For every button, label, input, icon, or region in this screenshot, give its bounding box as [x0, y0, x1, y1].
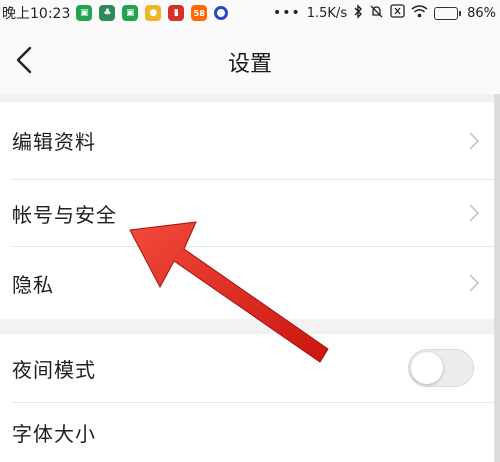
settings-item-label: 隐私 [12, 272, 54, 297]
network-speed: 1.5K/s [306, 5, 348, 21]
settings-group-display: 夜间模式 字体大小 [0, 334, 500, 462]
chevron-right-icon [469, 131, 480, 150]
navigation-bar: 设置 [0, 26, 500, 94]
settings-item-account-security[interactable]: 帐号与安全 [0, 180, 500, 246]
settings-item-label: 夜间模式 [12, 357, 96, 382]
settings-item-edit-profile[interactable]: 编辑资料 [0, 102, 500, 179]
status-time: 晚上10:23 [2, 6, 71, 22]
58-app-icon: 58 [191, 5, 208, 21]
wechat-work-icon: ▣ [76, 5, 93, 21]
tree-app-icon: ♣ [99, 5, 116, 21]
settings-item-privacy[interactable]: 隐私 [0, 247, 500, 319]
more-dots-icon: ••• [272, 5, 301, 21]
toggle-knob [411, 352, 443, 384]
battery-icon [434, 6, 462, 20]
scrollbar[interactable] [494, 94, 500, 462]
settings-item-font-size[interactable]: 字体大小 [0, 403, 500, 462]
circle-app-icon [214, 6, 229, 20]
settings-item-label: 编辑资料 [12, 130, 96, 154]
wechat-work-icon-2: ▣ [122, 5, 139, 21]
notification-icons: ▣ ♣ ▣ ● ▮ 58 [76, 5, 229, 21]
wifi-icon [411, 4, 428, 22]
battery-level: 86% [467, 5, 496, 21]
animal-app-icon: ● [145, 5, 162, 21]
status-bar: 晚上10:23 ▣ ♣ ▣ ● ▮ 58 ••• 1.5K/s 86% [0, 0, 500, 26]
chevron-right-icon [469, 204, 480, 222]
settings-item-label: 帐号与安全 [12, 202, 117, 227]
settings-item-night-mode: 夜间模式 [0, 334, 500, 402]
settings-group-account: 编辑资料 帐号与安全 隐私 [0, 102, 500, 319]
mute-icon [369, 4, 384, 23]
close-box-icon [390, 4, 405, 22]
settings-item-label: 字体大小 [12, 422, 96, 446]
red-app-icon: ▮ [168, 5, 185, 21]
night-mode-toggle[interactable] [408, 349, 474, 387]
chevron-right-icon [469, 274, 480, 292]
page-title: 设置 [227, 52, 272, 77]
bluetooth-icon [353, 3, 363, 23]
